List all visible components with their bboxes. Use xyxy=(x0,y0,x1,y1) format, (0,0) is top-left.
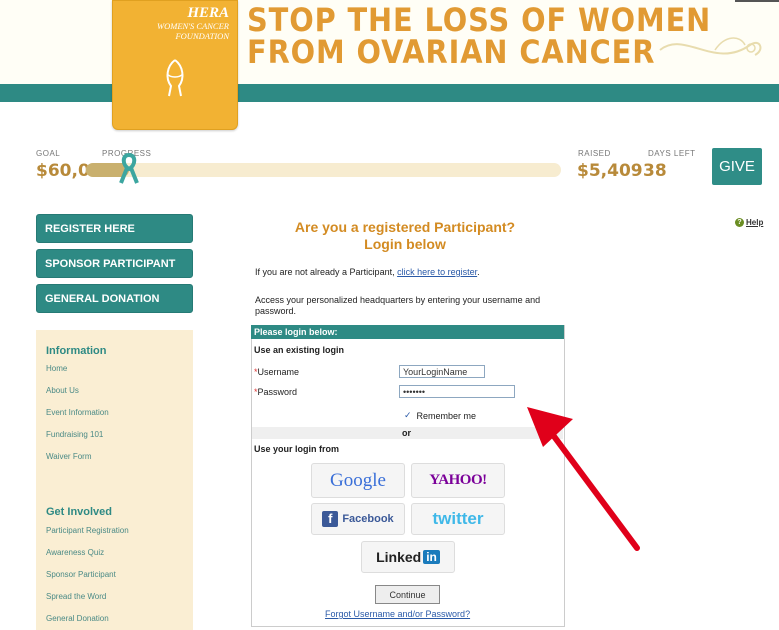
remember-me-label: Remember me xyxy=(416,410,477,421)
raised-label: RAISED xyxy=(578,149,611,158)
give-button[interactable]: GIVE xyxy=(712,148,762,185)
access-description: Access your personalized headquarters by… xyxy=(255,295,541,316)
linkedin-label: Linked xyxy=(376,549,422,565)
logo-line2: FOUNDATION xyxy=(175,31,229,41)
sidebar-link-general-donation[interactable]: General Donation xyxy=(46,614,109,623)
headline-line2: FROM OVARIAN CANCER xyxy=(247,33,656,71)
linkedin-login-button[interactable]: Linked in xyxy=(361,541,455,573)
period-text: . xyxy=(477,267,480,277)
register-here-button[interactable]: REGISTER HERE xyxy=(36,214,193,243)
continue-button[interactable]: Continue xyxy=(375,585,440,604)
forgot-credentials-link[interactable]: Forgot Username and/or Password? xyxy=(325,609,470,619)
login-form-header: Please login below: xyxy=(251,325,564,339)
yahoo-login-button[interactable]: YAHOO! xyxy=(411,463,505,498)
sidebar-link-sponsor-participant[interactable]: Sponsor Participant xyxy=(46,570,116,579)
help-icon: ? xyxy=(735,218,744,227)
logo-line1: WOMEN'S CANCER xyxy=(157,21,229,31)
not-participant-text: If you are not already a Participant, xyxy=(255,267,395,277)
get-involved-title: Get Involved xyxy=(46,506,113,518)
twitter-logo-text: twitter xyxy=(432,509,484,528)
linkedin-icon: in xyxy=(423,550,440,564)
information-title: Information xyxy=(46,345,107,357)
google-login-button[interactable]: Google xyxy=(311,463,405,498)
sidebar-link-about-us[interactable]: About Us xyxy=(46,386,79,395)
sidebar-link-spread-the-word[interactable]: Spread the Word xyxy=(46,592,106,601)
sidebar-link-participant-registration[interactable]: Participant Registration xyxy=(46,526,129,535)
use-login-from-label: Use your login from xyxy=(254,444,340,454)
hands-ribbon-icon xyxy=(166,59,184,97)
remember-me-row[interactable]: ✓ Remember me xyxy=(404,410,476,421)
logo-subtitle: WOMEN'S CANCER FOUNDATION xyxy=(157,21,229,41)
login-below-heading: Login below xyxy=(364,236,446,252)
help-link[interactable]: ? Help xyxy=(735,218,763,227)
existing-login-label: Use an existing login xyxy=(254,345,345,355)
password-label-text: Password xyxy=(257,387,298,397)
goal-label: GOAL xyxy=(36,149,61,158)
sidebar-panel xyxy=(36,330,193,630)
red-arrow-annotation-icon xyxy=(527,407,640,551)
username-label-text: Username xyxy=(257,367,300,377)
login-question-heading: Are you a registered Participant? xyxy=(294,219,516,235)
password-label: *Password xyxy=(254,387,297,397)
sidebar-link-awareness-quiz[interactable]: Awareness Quiz xyxy=(46,548,104,557)
facebook-label: Facebook xyxy=(342,513,394,525)
window-edge-line xyxy=(735,0,779,2)
days-left-label: DAYS LEFT xyxy=(648,149,696,158)
or-divider: or xyxy=(402,428,411,438)
logo-brand: HERA xyxy=(187,5,229,21)
sidebar-link-home[interactable]: Home xyxy=(46,364,67,373)
sidebar-link-waiver-form[interactable]: Waiver Form xyxy=(46,452,91,461)
foundation-logo[interactable]: HERA WOMEN'S CANCER FOUNDATION xyxy=(112,0,238,130)
twitter-login-button[interactable]: twitter xyxy=(411,503,505,535)
register-link[interactable]: click here to register xyxy=(397,267,477,277)
days-left-value: 38 xyxy=(643,161,667,181)
ribbon-marker-icon xyxy=(119,152,139,184)
remember-checkbox[interactable]: ✓ xyxy=(404,410,412,421)
password-input[interactable] xyxy=(399,385,515,398)
general-donation-button[interactable]: GENERAL DONATION xyxy=(36,284,193,313)
sidebar-link-fundraising-101[interactable]: Fundraising 101 xyxy=(46,430,103,439)
headline-line1: STOP THE LOSS OF WOMEN xyxy=(247,1,712,39)
username-input[interactable] xyxy=(399,365,485,378)
yahoo-logo-text: YAHOO! xyxy=(429,472,487,488)
username-label: *Username xyxy=(254,367,299,377)
help-label: Help xyxy=(746,218,764,227)
page-headline: STOP THE LOSS OF WOMEN FROM OVARIAN CANC… xyxy=(247,4,711,68)
sidebar-link-event-information[interactable]: Event Information xyxy=(46,408,109,417)
sponsor-participant-button[interactable]: SPONSOR PARTICIPANT xyxy=(36,249,193,278)
raised-value: $5,409 xyxy=(577,161,643,181)
facebook-icon: f xyxy=(322,511,339,527)
not-registered-text: If you are not already a Participant, cl… xyxy=(255,267,480,277)
facebook-login-button[interactable]: f Facebook xyxy=(311,503,405,535)
progress-track xyxy=(86,163,561,177)
google-logo-text: Google xyxy=(330,469,386,491)
